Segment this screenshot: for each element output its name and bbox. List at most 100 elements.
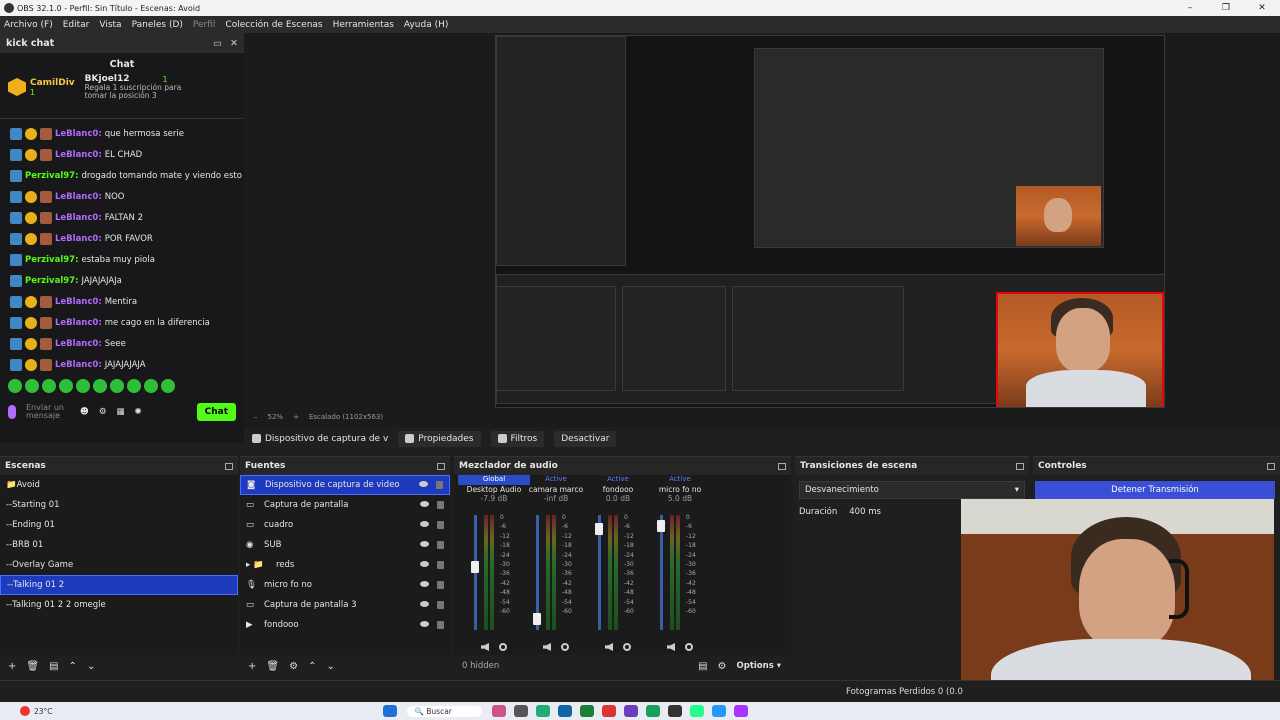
- speaker-icon[interactable]: [481, 643, 489, 651]
- filters-button[interactable]: Filtros: [490, 431, 545, 447]
- chat-username[interactable]: LeBlanc0:: [55, 213, 102, 223]
- lock-icon[interactable]: [437, 561, 444, 569]
- lock-icon[interactable]: [437, 521, 444, 529]
- add-icon[interactable]: +: [8, 661, 16, 672]
- start-icon[interactable]: [382, 705, 397, 717]
- weather-icon[interactable]: [20, 706, 30, 716]
- emote-icon[interactable]: [59, 379, 73, 393]
- add-icon[interactable]: +: [248, 661, 256, 672]
- float-dock-icon[interactable]: [1016, 462, 1024, 470]
- properties-button[interactable]: Propiedades: [398, 431, 481, 447]
- close-icon[interactable]: ✕: [1244, 3, 1280, 13]
- scene-item[interactable]: -- Overlay Game: [0, 555, 238, 575]
- fader-knob[interactable]: [657, 520, 665, 532]
- taskbar-app-icon[interactable]: [579, 705, 594, 717]
- taskbar-app-icon[interactable]: [645, 705, 660, 717]
- channel-settings-icon[interactable]: [499, 643, 507, 651]
- duration-input[interactable]: 400 ms: [849, 507, 881, 517]
- move-down-icon[interactable]: ⌄: [87, 661, 95, 672]
- gift-icon[interactable]: ⚙: [99, 407, 107, 417]
- fader-knob[interactable]: [595, 523, 603, 535]
- chat-username[interactable]: LeBlanc0:: [55, 150, 102, 160]
- selection-frame[interactable]: [996, 292, 1164, 407]
- lock-icon[interactable]: [437, 581, 444, 589]
- lock-icon[interactable]: [437, 601, 444, 609]
- emote-icon[interactable]: [127, 379, 141, 393]
- deactivate-button[interactable]: Desactivar: [554, 431, 617, 447]
- menu-perfil[interactable]: Perfil: [193, 20, 216, 30]
- transition-select[interactable]: Desvanecimiento ▾: [799, 481, 1025, 499]
- program-canvas[interactable]: [495, 35, 1165, 408]
- float-dock-icon[interactable]: ▭: [213, 38, 222, 49]
- emoji-icon[interactable]: ☻: [80, 407, 89, 417]
- filter-icon[interactable]: ▤: [49, 661, 58, 672]
- source-item[interactable]: 🎙 micro fo no: [240, 575, 450, 595]
- source-item[interactable]: ▸ 📁 reds: [240, 555, 450, 575]
- float-dock-icon[interactable]: [778, 462, 786, 470]
- taskbar-app-icon[interactable]: [667, 705, 682, 717]
- trash-icon[interactable]: 🗑: [26, 661, 39, 672]
- scene-item[interactable]: -- Starting 01: [0, 495, 238, 515]
- menu-archivo[interactable]: Archivo (F): [4, 20, 53, 30]
- visibility-eye-icon[interactable]: [420, 501, 429, 507]
- lock-icon[interactable]: [437, 501, 444, 509]
- menu-editar[interactable]: Editar: [63, 20, 90, 30]
- channel-settings-icon[interactable]: [623, 643, 631, 651]
- trash-icon[interactable]: 🗑: [266, 661, 279, 672]
- chat-username[interactable]: Perzival97:: [25, 255, 78, 265]
- close-dock-icon[interactable]: ✕: [230, 38, 238, 49]
- menu-herramientas[interactable]: Herramientas: [333, 20, 394, 30]
- move-up-icon[interactable]: ⌃: [69, 661, 77, 672]
- source-item[interactable]: ◙ Dispositivo de captura de video: [240, 475, 450, 495]
- gear-icon[interactable]: ⚙: [289, 661, 298, 672]
- visibility-eye-icon[interactable]: [420, 561, 429, 567]
- taskbar-app-icon[interactable]: [557, 705, 572, 717]
- taskbar-app-icon[interactable]: [535, 705, 550, 717]
- layout-icon[interactable]: ▤: [698, 661, 707, 672]
- chat-username[interactable]: LeBlanc0:: [55, 360, 102, 370]
- minimize-icon[interactable]: –: [1172, 3, 1208, 13]
- fader-knob[interactable]: [471, 561, 479, 573]
- chat-username[interactable]: LeBlanc0:: [55, 234, 102, 244]
- maximize-icon[interactable]: ❐: [1208, 3, 1244, 13]
- lock-icon[interactable]: [437, 621, 444, 629]
- emote-icon[interactable]: [110, 379, 124, 393]
- mixer-gear-icon[interactable]: ⚙: [718, 661, 727, 672]
- chat-send-button[interactable]: Chat: [196, 403, 236, 421]
- scene-item[interactable]: -- Ending 01: [0, 515, 238, 535]
- channel-name-dropdown[interactable]: micro fo no: [644, 485, 716, 494]
- chat-username[interactable]: LeBlanc0:: [55, 192, 102, 202]
- taskbar-app-icon[interactable]: [601, 705, 616, 717]
- emote-icon[interactable]: [93, 379, 107, 393]
- source-item[interactable]: ▭ Captura de pantalla 3: [240, 595, 450, 615]
- taskbar-app-icon[interactable]: [711, 705, 726, 717]
- channel-settings-icon[interactable]: [561, 643, 569, 651]
- taskbar-app-icon[interactable]: [733, 705, 748, 717]
- taskbar-app-icon[interactable]: [689, 705, 704, 717]
- gift-giver[interactable]: CamilDiv: [30, 78, 75, 88]
- settings-icon[interactable]: ✺: [135, 407, 142, 417]
- emote-icon[interactable]: [76, 379, 90, 393]
- menu-paneles[interactable]: Paneles (D): [132, 20, 183, 30]
- scene-item[interactable]: -- BRB 01: [0, 535, 238, 555]
- visibility-eye-icon[interactable]: [419, 481, 428, 487]
- source-item[interactable]: ◉ SUB: [240, 535, 450, 555]
- chat-username[interactable]: Perzival97:: [25, 171, 78, 181]
- chat-username[interactable]: LeBlanc0:: [55, 339, 102, 349]
- zoom-in-icon[interactable]: +: [293, 413, 299, 421]
- chat-username[interactable]: LeBlanc0:: [55, 297, 102, 307]
- visibility-eye-icon[interactable]: [420, 521, 429, 527]
- lock-icon[interactable]: [436, 481, 443, 489]
- visibility-eye-icon[interactable]: [420, 621, 429, 627]
- channel-settings-icon[interactable]: [685, 643, 693, 651]
- visibility-eye-icon[interactable]: [420, 581, 429, 587]
- taskbar-app-icon[interactable]: [623, 705, 638, 717]
- emote-icon[interactable]: [8, 379, 22, 393]
- scene-item[interactable]: 📁 Avoid: [0, 475, 238, 495]
- chat-input[interactable]: Enviar un mensaje: [26, 403, 70, 421]
- float-dock-icon[interactable]: [225, 462, 233, 470]
- visibility-eye-icon[interactable]: [420, 601, 429, 607]
- menu-coleccion-escenas[interactable]: Colección de Escenas: [225, 20, 322, 30]
- speaker-icon[interactable]: [543, 643, 551, 651]
- stop-stream-button[interactable]: Detener Transmisión: [1035, 481, 1275, 499]
